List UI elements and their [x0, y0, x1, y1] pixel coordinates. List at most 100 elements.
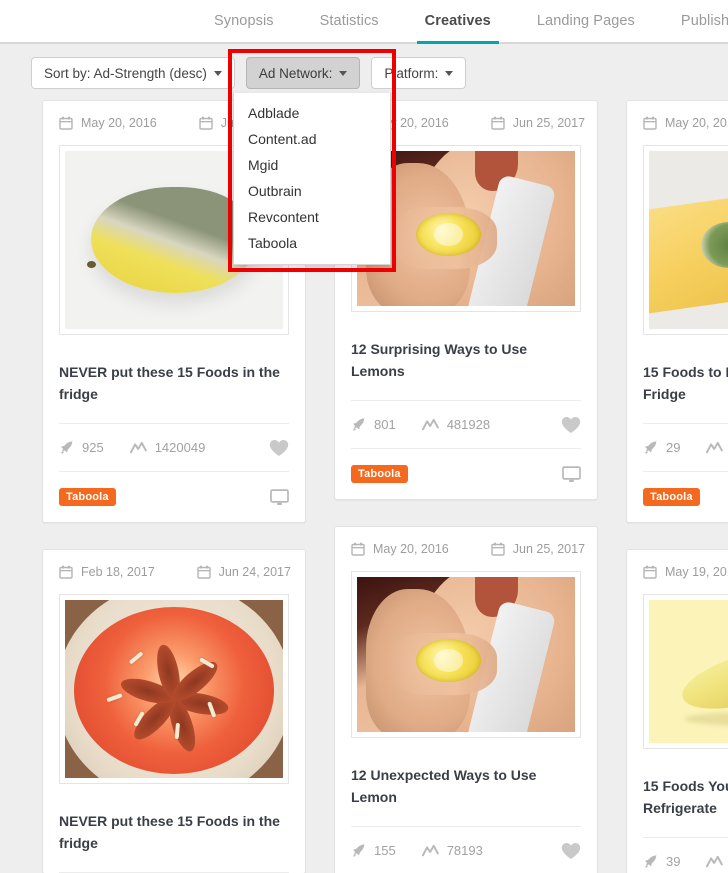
tab-synopsis[interactable]: Synopsis [214, 0, 274, 42]
card-end-date: Jun 24, 2017 [196, 565, 291, 579]
chevron-down-icon [445, 70, 454, 76]
platform-label: Platform: [384, 65, 439, 81]
rocket-icon [353, 843, 365, 857]
ad-network-dropdown-menu[interactable]: Adblade Content.ad Mgid Outbrain Revcont… [233, 93, 391, 265]
date-text: May 20, 2016 [81, 116, 157, 130]
impressions-metric: 1420049 [129, 440, 206, 455]
line-chart-icon [129, 441, 147, 453]
tab-landing-pages[interactable]: Landing Pages [537, 0, 635, 42]
card-thumbnail-frame[interactable] [643, 594, 728, 749]
sort-by-dropdown-button[interactable]: Sort by: Ad-Strength (desc) [31, 57, 235, 89]
card-metrics: 29 3 [643, 424, 728, 472]
impressions-value: 1420049 [154, 440, 206, 455]
card-thumbnail-frame[interactable] [643, 145, 728, 335]
favorite-button[interactable] [561, 416, 581, 434]
ad-strength-metric: 39 [643, 854, 680, 869]
heart-icon [561, 842, 581, 859]
calendar-icon [196, 565, 211, 579]
sort-by-label: Sort by: Ad-Strength (desc) [44, 65, 207, 81]
card-footer: Taboola [59, 472, 289, 522]
card-start-date: May 20, 2016 [59, 116, 157, 130]
line-chart-icon [421, 844, 439, 856]
creative-image-bananas [649, 600, 728, 743]
card-thumbnail-frame[interactable] [59, 594, 289, 784]
ad-strength-metric: 155 [351, 843, 396, 858]
menu-item-contentad[interactable]: Content.ad [234, 126, 390, 152]
card-title[interactable]: 15 Foods You Should Never Refrigerate [643, 753, 728, 838]
creative-card[interactable]: May 20, 2016 15 Foods to Never Put in th… [626, 100, 728, 523]
card-title[interactable]: NEVER put these 15 Foods in the fridge [59, 339, 289, 424]
impressions-value: 481928 [446, 417, 491, 432]
calendar-icon [643, 116, 657, 130]
card-start-date: Feb 18, 2017 [59, 565, 155, 579]
network-badge[interactable]: Taboola [59, 488, 116, 506]
date-text: Feb 18, 2017 [81, 565, 155, 579]
menu-item-adblade[interactable]: Adblade [234, 100, 390, 126]
impressions-value: 78193 [446, 843, 483, 858]
menu-item-revcontent[interactable]: Revcontent [234, 204, 390, 230]
card-date-range: May 19, 2016 [643, 550, 728, 594]
platform-desktop-indicator [270, 488, 289, 506]
heart-icon [269, 439, 289, 456]
rocket-icon [61, 440, 73, 454]
network-badge[interactable]: Taboola [643, 488, 700, 506]
network-badge[interactable]: Taboola [351, 465, 408, 483]
rocket-icon [645, 440, 657, 454]
calendar-icon [59, 565, 73, 579]
tab-publishers[interactable]: Publishers [681, 0, 728, 42]
platform-desktop-indicator [562, 465, 581, 483]
creative-image-sprouting-tomato [65, 600, 283, 778]
card-footer: Taboola [351, 449, 581, 499]
card-title[interactable]: 15 Foods to Never Put in the Fridge [643, 339, 728, 424]
card-title[interactable]: 12 Surprising Ways to Use Lemons [351, 316, 581, 401]
menu-item-mgid[interactable]: Mgid [234, 152, 390, 178]
rocket-icon [353, 417, 365, 431]
card-end-date: Jun 25, 2017 [491, 542, 585, 556]
date-text: Jun 24, 2017 [218, 565, 291, 579]
heart-icon [561, 416, 581, 433]
date-text: May 19, 2016 [665, 565, 728, 579]
card-metrics: 155 78193 [351, 827, 581, 873]
date-text: May 20, 2016 [373, 542, 449, 556]
desktop-monitor-icon [562, 465, 581, 482]
ad-strength-value: 29 [666, 440, 681, 455]
menu-item-taboola[interactable]: Taboola [234, 230, 390, 256]
creative-image-lemon-armpit [357, 577, 575, 732]
main-navigation: Synopsis Statistics Creatives Landing Pa… [0, 0, 728, 44]
desktop-monitor-icon [270, 488, 289, 505]
creative-card[interactable]: May 20, 2016 Jun 25, 2017 [334, 526, 598, 873]
card-start-date: May 20, 2016 [643, 116, 728, 130]
ad-strength-metric: 925 [59, 440, 104, 455]
grid-column-3: May 20, 2016 15 Foods to Never Put in th… [626, 100, 728, 873]
card-thumbnail-frame[interactable] [351, 571, 581, 738]
creatives-page: Synopsis Statistics Creatives Landing Pa… [0, 0, 728, 873]
chevron-down-icon [339, 70, 348, 76]
filter-toolbar: Sort by: Ad-Strength (desc) Ad Network: … [0, 44, 728, 100]
card-date-range: Feb 18, 2017 Jun 24, 2017 [59, 550, 291, 594]
ad-network-dropdown-button[interactable]: Ad Network: [245, 57, 361, 89]
date-text: Jun 25, 2017 [512, 542, 586, 556]
calendar-icon [59, 116, 73, 130]
calendar-icon [351, 542, 365, 556]
menu-item-outbrain[interactable]: Outbrain [234, 178, 390, 204]
favorite-button[interactable] [561, 842, 581, 860]
creative-card[interactable]: May 19, 2016 15 Foods You Should Never R… [626, 549, 728, 873]
ad-strength-metric: 29 [643, 440, 680, 455]
rocket-icon [645, 854, 657, 868]
chevron-down-icon [213, 70, 222, 76]
card-title[interactable]: NEVER put these 15 Foods in the fridge [59, 788, 289, 873]
ad-strength-value: 39 [666, 854, 681, 869]
impressions-metric: 78193 [421, 843, 483, 858]
date-text: May 20, 2016 [665, 116, 728, 130]
tab-creatives[interactable]: Creatives [416, 0, 500, 44]
favorite-button[interactable] [269, 439, 289, 457]
creative-card[interactable]: Feb 18, 2017 Jun 24, 2017 NEVER put thes… [42, 549, 306, 873]
impressions-metric: 481928 [421, 417, 491, 432]
card-title[interactable]: 12 Unexpected Ways to Use Lemon [351, 742, 581, 827]
platform-dropdown-button[interactable]: Platform: [371, 57, 467, 89]
tab-statistics[interactable]: Statistics [320, 0, 379, 42]
card-metrics: 801 481928 [351, 401, 581, 449]
ad-strength-metric: 801 [351, 417, 396, 432]
line-chart-icon [421, 418, 439, 430]
calendar-icon [643, 565, 657, 579]
